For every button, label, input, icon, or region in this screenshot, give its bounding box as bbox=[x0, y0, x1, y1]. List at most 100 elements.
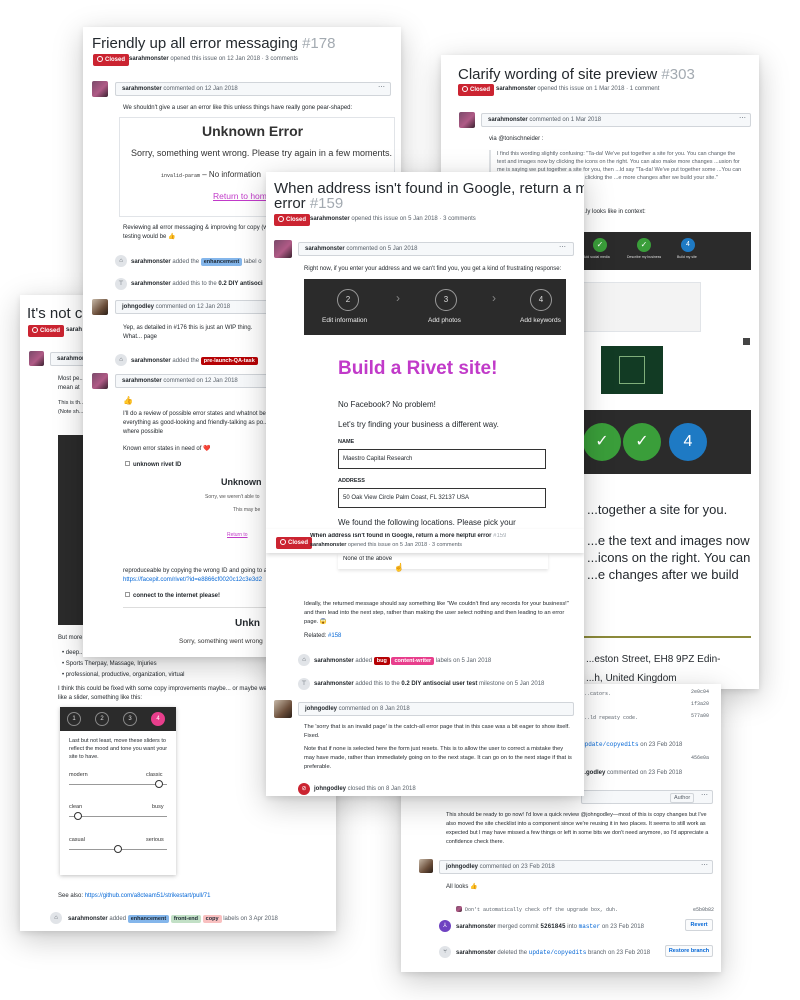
comment-text: I think this could be fixed with some co… bbox=[58, 686, 289, 701]
comment-body: All looks 👍 bbox=[446, 884, 478, 890]
avatar bbox=[29, 351, 44, 366]
return-home-link[interactable]: Return to hom bbox=[213, 191, 267, 201]
slider-knob[interactable] bbox=[73, 812, 82, 820]
sticky-title: When address isn't found in Google, retu… bbox=[310, 533, 507, 539]
closed-event: johngodley closed this on 8 Jan 2018 bbox=[314, 786, 416, 792]
slider-track[interactable] bbox=[69, 816, 167, 817]
step-4: 4 bbox=[669, 423, 707, 461]
preview-big-text: ...together a site for you. bbox=[587, 502, 728, 517]
commit-hash: 2e0c04 bbox=[691, 689, 710, 695]
checkbox[interactable] bbox=[125, 592, 130, 597]
commit-line: ...ld repeaty code. bbox=[581, 715, 639, 721]
cursor-icon: ☝ bbox=[394, 563, 404, 572]
issue-meta: sarah bbox=[66, 327, 83, 333]
name-label: NAME bbox=[338, 439, 355, 445]
pencil-icon bbox=[743, 338, 750, 345]
kebab-icon[interactable]: ⋯ bbox=[701, 791, 708, 799]
comment-header: johngodley commented on 8 Jan 2018 bbox=[298, 702, 574, 716]
related-link[interactable]: #158 bbox=[328, 633, 341, 639]
slider-track[interactable] bbox=[69, 784, 167, 785]
tag-icon: ⌂ bbox=[115, 354, 127, 366]
issue-title: Friendly up all error messaging #178 bbox=[92, 35, 336, 52]
issue-title-2: error #159 bbox=[274, 195, 344, 212]
mini-error-screenshot: Unknown Sorry, we weren't able to This m… bbox=[123, 472, 273, 552]
avatar bbox=[92, 81, 108, 97]
slider-intro: Last but not least, move these sliders t… bbox=[69, 738, 168, 760]
step-label: Edit information bbox=[322, 317, 368, 324]
error-title: Unknown Error bbox=[202, 123, 304, 139]
steps-preview-large: ✓ ✓ 4 bbox=[581, 410, 751, 474]
pr-link[interactable]: https://github.com/a8cteam51/strikestart… bbox=[85, 893, 211, 899]
check-icon: ✓ bbox=[637, 238, 651, 252]
slider-left-label: modern bbox=[69, 772, 88, 778]
see-also: See also: https://github.com/a8cteam51/s… bbox=[58, 893, 211, 899]
bullet-item: • Sports Therpay, Massage, Injuries bbox=[62, 661, 157, 667]
closed-icon: ⊘ bbox=[298, 783, 310, 795]
revert-button[interactable]: Revert bbox=[685, 919, 713, 931]
comment-text: Note that if none is selected here the f… bbox=[304, 746, 572, 770]
via-text: via @tonischneider : bbox=[489, 136, 544, 142]
tag-icon: ⌂ bbox=[298, 654, 310, 666]
tag-icon: ⌂ bbox=[50, 912, 62, 924]
comment-header: sarahmonster commented on 1 Mar 2018 bbox=[481, 113, 751, 127]
commit-hash: 1f3a20 bbox=[691, 701, 710, 707]
kebab-icon[interactable]: ⋯ bbox=[701, 861, 708, 869]
closed-icon bbox=[32, 327, 38, 333]
label-event: sarahmonster added the enhancement label… bbox=[131, 258, 262, 266]
none-above-option[interactable]: None of the above bbox=[338, 553, 548, 569]
slider-knob[interactable] bbox=[114, 845, 122, 853]
address-line: ...eston Street, EH8 9PZ Edin- bbox=[586, 654, 721, 665]
related-text: Related: #158 bbox=[304, 633, 342, 639]
closed-icon bbox=[278, 216, 284, 222]
avatar bbox=[274, 240, 292, 258]
step-circle: 3 bbox=[435, 289, 457, 311]
milestone-event: sarahmonster added this to the 0.2 DIY a… bbox=[131, 281, 263, 287]
issue-card-159: When address isn't found in Google, retu… bbox=[266, 172, 584, 796]
comment-body: This should be ready to go now! I'd love… bbox=[446, 812, 709, 845]
commit-line: ...cators. bbox=[581, 691, 612, 697]
branch-deleted-event: sarahmonster deleted the update/copyedit… bbox=[456, 949, 651, 956]
kebab-icon[interactable]: ⋯ bbox=[378, 83, 385, 91]
mini2-text: Sorry, something went wrong bbox=[179, 638, 263, 645]
comment-text: But more bbox=[58, 635, 83, 641]
comment-header: Author bbox=[581, 790, 713, 804]
branch-icon: ⑂ bbox=[439, 946, 451, 958]
mini-return-link[interactable]: Return to bbox=[227, 532, 248, 538]
error-code: invalid-param – No information bbox=[161, 170, 261, 179]
slider-step-active: 4 bbox=[151, 712, 165, 726]
slider-step: 3 bbox=[123, 712, 137, 726]
mini-error-sub: Sorry, we weren't able to bbox=[205, 494, 260, 500]
step-circle: 4 bbox=[530, 289, 552, 311]
kebab-icon[interactable]: ⋯ bbox=[739, 114, 746, 122]
name-input[interactable]: Maestro Capital Research bbox=[338, 449, 546, 469]
label-event: sarahmonster added bug content-writer la… bbox=[314, 657, 492, 665]
checkbox[interactable] bbox=[125, 461, 130, 466]
error-text: Sorry, something went wrong. Please try … bbox=[131, 148, 392, 158]
mini-error-screenshot-2: Unkn Sorry, something went wrong bbox=[123, 607, 273, 652]
comment-text: Ideally, the returned message should say… bbox=[304, 601, 569, 625]
context-text: ...ly looks like in context: bbox=[581, 209, 646, 215]
milestone-icon: ⊤ bbox=[298, 678, 310, 690]
restore-branch-button[interactable]: Restore branch bbox=[665, 945, 713, 957]
repro-link[interactable]: https://facepit.com/rivet/?id=e8866cf002… bbox=[123, 576, 268, 585]
known-states: Known error states in need of ❤️ bbox=[123, 446, 211, 452]
chevron-right-icon: › bbox=[396, 291, 400, 305]
step-label: Describe my business bbox=[627, 255, 662, 259]
bullet-item: • professional, productive, organization… bbox=[62, 672, 185, 678]
slider-knob[interactable] bbox=[154, 780, 163, 788]
slider-right-label: serious bbox=[146, 837, 164, 843]
label-event: sarahmonster added enhancement front-end… bbox=[68, 915, 278, 923]
no-facebook: No Facebook? No problem! bbox=[338, 400, 436, 409]
preview-big-text-2: ...e the text and images now ...icons on… bbox=[587, 533, 751, 582]
check-icon: ✓ bbox=[623, 423, 661, 461]
address-input[interactable]: 50 Oak View Circle Palm Coast, FL 32137 … bbox=[338, 488, 546, 508]
mini2-title: Unkn bbox=[235, 618, 260, 629]
avatar bbox=[92, 373, 108, 389]
issue-meta: sarahmonster opened this issue on 1 Mar … bbox=[496, 86, 660, 92]
commit-hash: 577a00 bbox=[691, 713, 710, 719]
kebab-icon[interactable]: ⋯ bbox=[559, 243, 566, 251]
status-badge: Closed bbox=[274, 214, 311, 226]
slider-left-label: clean bbox=[69, 804, 83, 810]
slider-right-label: busy bbox=[152, 804, 164, 810]
avatar bbox=[419, 859, 433, 873]
